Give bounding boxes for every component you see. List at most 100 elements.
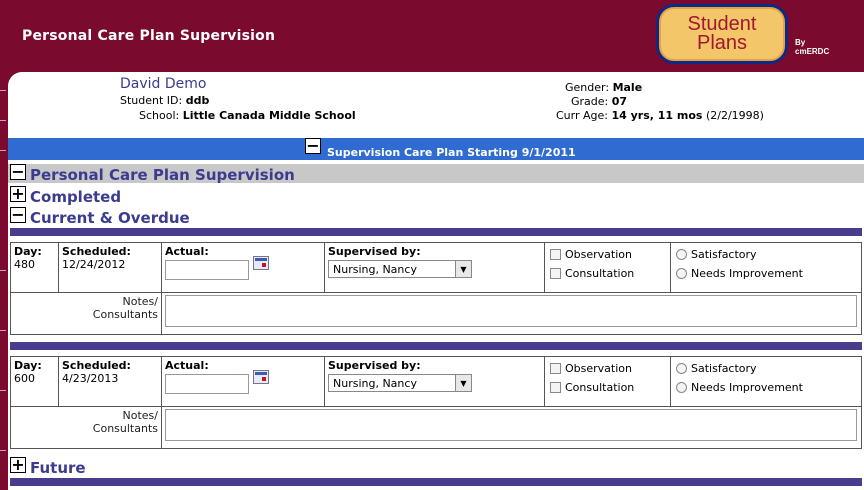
supervised-by-label: Supervised by: <box>328 359 421 372</box>
collapse-supervision-button[interactable]: − <box>10 164 26 180</box>
supervised-by-label: Supervised by: <box>328 245 421 258</box>
age-label: Curr Age: <box>556 109 608 122</box>
frame-tick <box>0 450 6 451</box>
gender-value: Male <box>612 81 643 94</box>
supervisor-select[interactable]: Nursing, Nancy ▼ <box>328 374 472 392</box>
actual-date-input[interactable] <box>165 260 249 280</box>
day-value: 600 <box>14 372 35 385</box>
grade-row: Grade: 07 <box>571 95 627 108</box>
scheduled-cell: Scheduled: 4/23/2013 <box>58 356 162 407</box>
school-label: School: <box>139 109 180 122</box>
supervision-section-title: Personal Care Plan Supervision <box>30 166 295 184</box>
observation-checkbox[interactable] <box>550 363 561 374</box>
actual-label: Actual: <box>165 359 209 372</box>
logo-by-label: By <box>795 38 806 47</box>
future-divider <box>10 478 862 486</box>
notes-textarea[interactable] <box>165 295 857 327</box>
logo-by-org: cmERDC <box>795 47 830 56</box>
collapse-plan-button[interactable]: − <box>305 138 321 154</box>
needs-improvement-label: Needs Improvement <box>691 381 803 394</box>
needs-improvement-option[interactable]: Needs Improvement <box>676 381 858 394</box>
type-cell: Observation Consultation <box>544 242 671 293</box>
supervisor-selected: Nursing, Nancy <box>333 262 417 276</box>
observation-option[interactable]: Observation <box>550 248 667 261</box>
plan-header-bar: − Supervision Care Plan Starting 9/1/201… <box>8 138 864 160</box>
scheduled-cell: Scheduled: 12/24/2012 <box>58 242 162 293</box>
scheduled-label: Scheduled: <box>62 359 131 372</box>
notes-textarea[interactable] <box>165 409 857 441</box>
day-cell: Day: 480 <box>10 242 59 293</box>
logo-byline: By cmERDC <box>795 38 829 56</box>
grade-value: 07 <box>611 95 628 108</box>
supervisor-cell: Supervised by: Nursing, Nancy ▼ <box>324 242 545 293</box>
calendar-icon[interactable] <box>253 256 269 270</box>
frame-tick <box>0 90 6 91</box>
observation-option[interactable]: Observation <box>550 362 667 375</box>
consultation-option[interactable]: Consultation <box>550 267 667 280</box>
frame-tick <box>0 150 6 151</box>
entry-divider <box>10 342 862 350</box>
main-content: David Demo Student ID: ddb School: Littl… <box>8 72 864 490</box>
scheduled-label: Scheduled: <box>62 245 131 258</box>
supervisor-selected: Nursing, Nancy <box>333 376 417 390</box>
supervisor-cell: Supervised by: Nursing, Nancy ▼ <box>324 356 545 407</box>
satisfactory-radio[interactable] <box>676 249 687 260</box>
consultation-option[interactable]: Consultation <box>550 381 667 394</box>
app-header: Personal Care Plan Supervision Student P… <box>0 0 864 72</box>
needs-improvement-option[interactable]: Needs Improvement <box>676 267 858 280</box>
satisfactory-option[interactable]: Satisfactory <box>676 362 858 375</box>
entry-divider <box>10 228 862 236</box>
birth-date: (2/2/1998) <box>705 109 764 122</box>
needs-improvement-label: Needs Improvement <box>691 267 803 280</box>
notes-label: Notes/ <box>122 295 158 308</box>
type-cell: Observation Consultation <box>544 356 671 407</box>
current-section-title: Current & Overdue <box>30 209 190 227</box>
satisfactory-label: Satisfactory <box>691 362 757 375</box>
school-row: School: Little Canada Middle School <box>139 109 356 122</box>
actual-cell: Actual: <box>161 356 325 407</box>
gender-row: Gender: Male <box>565 81 642 94</box>
observation-checkbox[interactable] <box>550 249 561 260</box>
observation-label: Observation <box>565 362 632 375</box>
supervisor-select[interactable]: Nursing, Nancy ▼ <box>328 260 472 278</box>
scheduled-value: 12/24/2012 <box>62 258 126 271</box>
frame-tick <box>0 120 6 121</box>
consultation-checkbox[interactable] <box>550 268 561 279</box>
student-id-row: Student ID: ddb <box>120 94 209 107</box>
completed-section-title[interactable]: Completed <box>30 188 121 206</box>
expand-completed-button[interactable]: + <box>10 186 26 202</box>
expand-future-button[interactable]: + <box>10 457 26 473</box>
student-info: David Demo Student ID: ddb School: Littl… <box>8 72 864 136</box>
logo-line-2: Plans <box>696 32 748 54</box>
student-plans-logo: Student Plans <box>656 4 788 64</box>
consultation-checkbox[interactable] <box>550 382 561 393</box>
calendar-icon[interactable] <box>253 370 269 384</box>
notes-cell <box>161 292 862 335</box>
notes-label-cell: Notes/ Consultants <box>10 292 162 335</box>
notes-label: Notes/ <box>122 409 158 422</box>
satisfactory-option[interactable]: Satisfactory <box>676 248 858 261</box>
satisfactory-radio[interactable] <box>676 363 687 374</box>
collapse-current-button[interactable]: − <box>10 207 26 223</box>
day-value: 480 <box>14 258 35 271</box>
notes-label-cell: Notes/ Consultants <box>10 406 162 449</box>
rating-cell: Satisfactory Needs Improvement <box>670 242 862 293</box>
logo-text: Student Plans <box>659 7 785 61</box>
consultants-label: Consultants <box>92 422 158 435</box>
needs-improvement-radio[interactable] <box>676 268 687 279</box>
supervision-entry: Day: 600 Scheduled: 4/23/2013 Actual: Su… <box>10 356 862 449</box>
actual-date-input[interactable] <box>165 374 249 394</box>
future-section-title[interactable]: Future <box>30 459 86 477</box>
needs-improvement-radio[interactable] <box>676 382 687 393</box>
day-label: Day: <box>14 245 42 258</box>
notes-cell <box>161 406 862 449</box>
gender-label: Gender: <box>565 81 610 94</box>
plan-header-title: Supervision Care Plan Starting 9/1/2011 <box>327 146 576 159</box>
actual-cell: Actual: <box>161 242 325 293</box>
student-id-label: Student ID: <box>120 94 183 107</box>
chevron-down-icon[interactable]: ▼ <box>455 261 471 277</box>
page-title: Personal Care Plan Supervision <box>22 28 276 44</box>
student-id-value: ddb <box>185 94 210 107</box>
chevron-down-icon[interactable]: ▼ <box>455 375 471 391</box>
actual-label: Actual: <box>165 245 209 258</box>
